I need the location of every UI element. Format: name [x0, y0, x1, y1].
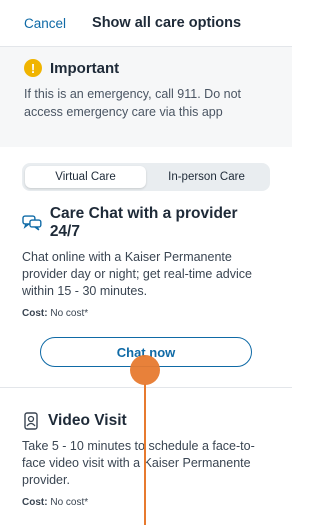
care-type-tabs: Virtual Care In-person Care: [22, 163, 270, 191]
page-title: Show all care options: [92, 15, 242, 31]
tab-in-person-care[interactable]: In-person Care: [146, 166, 267, 188]
chat-bubbles-icon: [22, 215, 42, 231]
video-tablet-icon: [24, 412, 38, 430]
important-text: If this is an emergency, call 911. Do no…: [24, 87, 242, 119]
video-visit-section: Video Visit Take 5 - 10 minutes to sched…: [0, 388, 292, 508]
important-title: Important: [50, 59, 120, 77]
chat-card-title: Care Chat with a provider 24/7: [49, 205, 238, 240]
warning-icon: !: [24, 59, 42, 77]
section-spacer: [0, 135, 292, 147]
chat-card-description: Chat online with a Kaiser Permanente pro…: [22, 250, 252, 298]
chat-card-header: Care Chat with a provider 24/7: [22, 205, 270, 241]
care-options-section: Virtual Care In-person Care Care Chat wi…: [0, 147, 292, 387]
touch-indicator: [130, 355, 160, 385]
video-card-header: Video Visit: [22, 412, 270, 430]
video-card-cost: Cost: No cost*: [22, 497, 270, 508]
video-card-description: Take 5 - 10 minutes to schedule a face-t…: [22, 439, 255, 487]
cost-label: Cost:: [22, 308, 48, 319]
video-card-title: Video Visit: [48, 412, 127, 429]
chat-card-cost: Cost: No cost*: [22, 308, 270, 319]
cost-label: Cost:: [22, 497, 48, 508]
cancel-button[interactable]: Cancel: [24, 16, 66, 31]
important-notice: ! Important If this is an emergency, cal…: [0, 47, 292, 135]
important-header: ! Important: [24, 59, 268, 77]
cost-value: No cost*: [47, 308, 89, 319]
tab-virtual-care[interactable]: Virtual Care: [25, 166, 146, 188]
touch-drag-line: [144, 384, 146, 525]
cost-value: No cost*: [47, 497, 89, 508]
top-bar: Cancel Show all care options: [0, 0, 292, 47]
